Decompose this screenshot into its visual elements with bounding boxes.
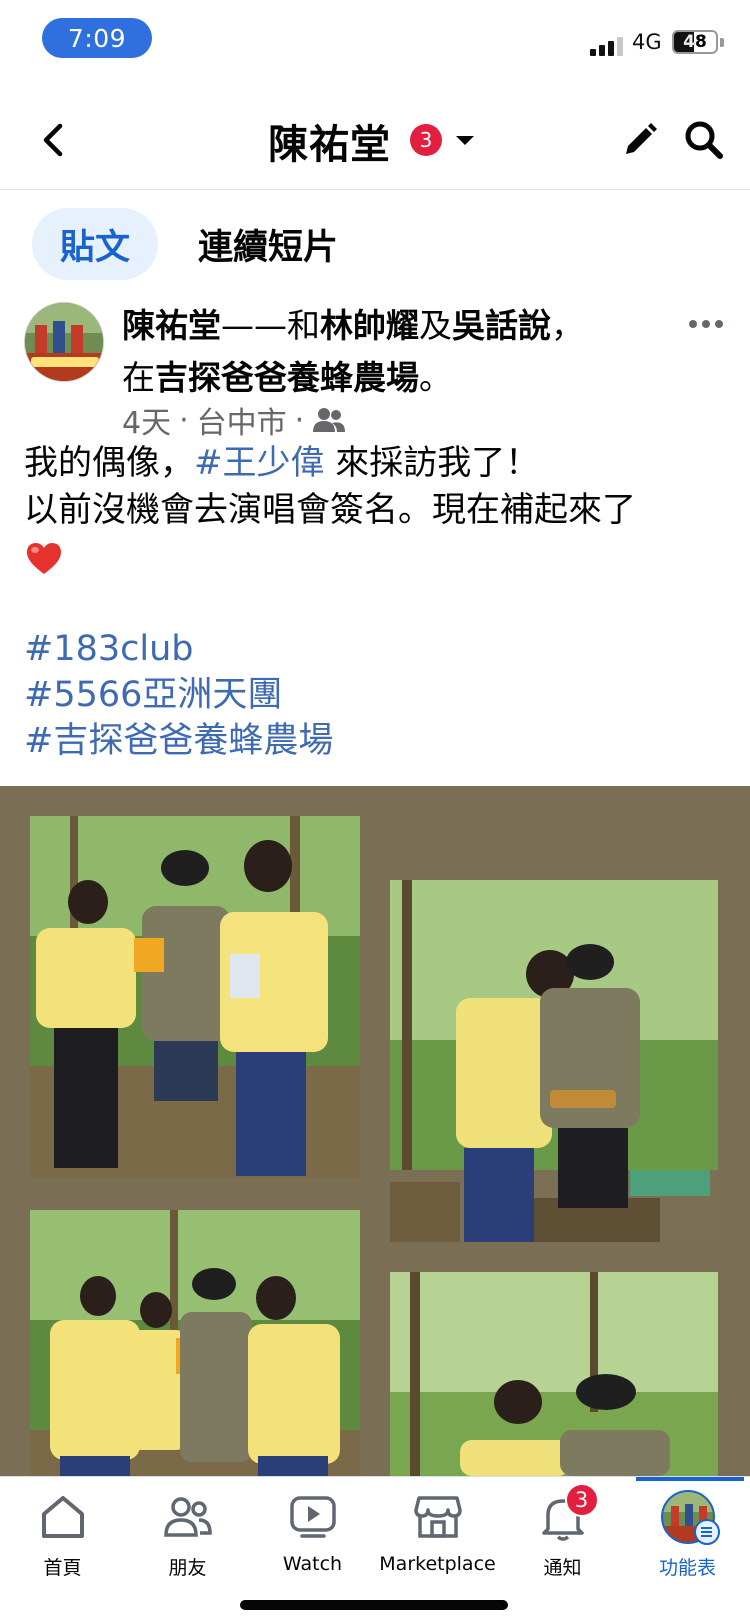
notification-badge: 3 <box>564 1483 599 1517</box>
nav-marketplace-label: Marketplace <box>379 1553 496 1575</box>
nav-home-label: 首頁 <box>43 1557 82 1579</box>
video-icon <box>289 1496 336 1538</box>
friends-icon <box>163 1497 212 1537</box>
home-icon <box>41 1496 84 1538</box>
post-meta: 4天 · 台中市 · <box>122 398 346 442</box>
photo-collage[interactable] <box>0 786 750 1476</box>
body-line1-prefix: 我的偶像， <box>24 443 194 483</box>
search-button[interactable] <box>676 112 732 168</box>
hashtag-farm[interactable]: #吉探爸爸養蜂農場 <box>24 718 333 764</box>
profile-tabs: 貼文 連續短片 <box>0 204 750 280</box>
meta-dot-2: · <box>294 402 305 438</box>
tagged-friend-2[interactable]: 吳話說 <box>452 306 551 345</box>
nav-notifications-label: 通知 <box>543 1557 582 1579</box>
battery-percent: 48 <box>683 32 707 52</box>
status-time: 7:09 <box>42 18 152 58</box>
hashtag-183club[interactable]: #183club <box>24 626 333 672</box>
nav-marketplace[interactable]: Marketplace <box>375 1489 500 1589</box>
post-time[interactable]: 4天 <box>122 398 171 442</box>
photo-beekeeping[interactable] <box>390 880 718 1242</box>
at-text: 在 <box>122 358 155 397</box>
photo-group-three[interactable] <box>30 816 360 1178</box>
nav-active-indicator <box>636 1477 744 1481</box>
post-body: 我的偶像，#王少偉 來採訪我了！ 以前沒機會去演唱會簽名。現在補起來了 <box>24 440 734 581</box>
nav-menu-label: 功能表 <box>658 1557 716 1579</box>
nav-watch-label: Watch <box>282 1553 343 1575</box>
photo-group-four[interactable] <box>30 1210 360 1476</box>
period: 。 <box>419 358 452 397</box>
chevron-left-icon <box>43 123 63 157</box>
nav-home[interactable]: 首頁 <box>0 1489 125 1589</box>
tagged-friend-1[interactable]: 林帥耀 <box>320 306 419 345</box>
nav-friends[interactable]: 朋友 <box>125 1489 250 1589</box>
nav-notifications[interactable]: 3 通知 <box>500 1483 625 1589</box>
header-notification-badge: 3 <box>410 124 442 156</box>
battery-icon: 48 <box>672 30 718 54</box>
edit-button[interactable] <box>612 112 668 168</box>
hashtag-5566[interactable]: #5566亞洲天團 <box>24 672 333 718</box>
caret-down-icon[interactable] <box>452 128 478 152</box>
battery-tip <box>720 38 724 47</box>
back-button[interactable] <box>26 112 82 168</box>
heart-emoji-icon <box>27 542 61 574</box>
post-location[interactable]: 台中市 <box>197 398 287 442</box>
checkin-place[interactable]: 吉探爸爸養蜂農場 <box>155 358 419 397</box>
friends-icon <box>313 408 346 432</box>
menu-lines-icon <box>693 1519 720 1545</box>
hashtag-list: #183club #5566亞洲天團 #吉探爸爸養蜂農場 <box>24 626 333 764</box>
comma: ， <box>551 306 584 345</box>
page-header: 陳祐堂 3 <box>0 90 750 190</box>
tab-reels[interactable]: 連續短片 <box>198 208 338 280</box>
post-header-text: 陳祐堂——和林帥耀及吳話說， 在吉探爸爸養蜂農場。 <box>122 300 682 404</box>
meta-dot: · <box>179 402 189 438</box>
and-text: 及 <box>419 306 452 345</box>
store-icon <box>413 1496 462 1538</box>
search-icon <box>685 121 723 159</box>
network-type: 4G <box>632 30 662 54</box>
with-separator: ——和 <box>221 306 320 345</box>
page-title[interactable]: 陳祐堂 <box>268 112 391 170</box>
body-line2: 以前沒機會去演唱會簽名。現在補起來了 <box>24 490 636 530</box>
nav-watch[interactable]: Watch <box>250 1489 375 1589</box>
nav-friends-label: 朋友 <box>168 1557 207 1579</box>
author-name[interactable]: 陳祐堂 <box>122 306 221 345</box>
hashtag-link[interactable]: #王少偉 <box>194 443 325 483</box>
signal-icon <box>590 34 626 56</box>
more-dots-icon <box>689 320 697 328</box>
nav-menu[interactable]: 功能表 <box>625 1489 750 1589</box>
status-bar: 7:09 4G 48 <box>0 0 750 80</box>
tab-posts[interactable]: 貼文 <box>32 208 158 280</box>
photo-beekeeping-2[interactable] <box>390 1272 718 1476</box>
body-line1-suffix: 來採訪我了！ <box>324 443 540 483</box>
pencil-icon <box>626 123 657 154</box>
post-more-button[interactable] <box>680 304 732 344</box>
author-avatar[interactable] <box>24 302 104 382</box>
home-indicator <box>240 1600 508 1610</box>
